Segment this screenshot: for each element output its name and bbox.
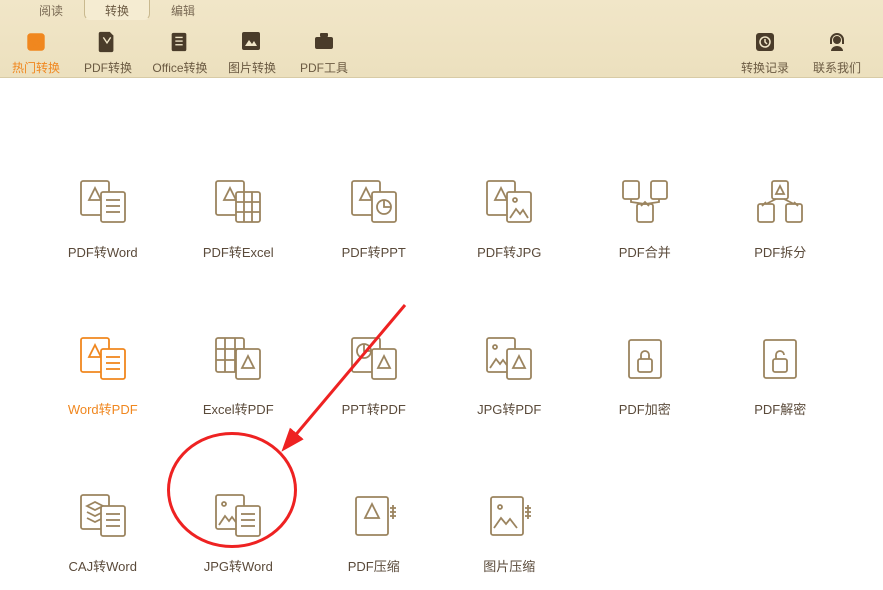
grid-doc-icon xyxy=(210,335,266,383)
cell-label: Excel转PDF xyxy=(203,399,274,418)
cell-label: Word转PDF xyxy=(68,399,138,418)
tool-label: PDF转换 xyxy=(72,59,144,76)
tab-read[interactable]: 阅读 xyxy=(18,0,84,20)
doc-chart-icon xyxy=(346,178,402,226)
tab-edit[interactable]: 编辑 xyxy=(150,0,216,20)
topbar: 阅读 转换 编辑 热门转换 PDF转换 Office转换 图片转换 xyxy=(0,0,883,78)
cell-label: JPG转PDF xyxy=(477,399,541,418)
doc-compress-icon xyxy=(346,492,402,540)
img-lines-icon xyxy=(210,492,266,540)
cell-pdf2excel[interactable]: PDF转Excel xyxy=(176,178,302,261)
cell-pdfsplit[interactable]: PDF拆分 xyxy=(718,178,844,261)
tool-contact[interactable]: 联系我们 xyxy=(801,31,873,76)
cell-pdfdecrypt[interactable]: PDF解密 xyxy=(718,335,844,418)
cell-jpg2pdf[interactable]: JPG转PDF xyxy=(447,335,573,418)
conversion-grid: PDF转Word PDF转Excel PDF转PPT PDF转JPG PDF合并 PDF拆… xyxy=(0,78,883,575)
tab-convert[interactable]: 转换 xyxy=(84,0,150,20)
cell-label: PDF转Word xyxy=(68,242,138,261)
layers-doc-icon xyxy=(75,492,131,540)
cell-label: PPT转PDF xyxy=(342,399,406,418)
tool-hot[interactable]: 热门转换 xyxy=(0,31,72,76)
toolbar: 热门转换 PDF转换 Office转换 图片转换 PDF工具 xyxy=(0,20,883,78)
cell-caj2word[interactable]: CAJ转Word xyxy=(40,492,166,575)
cell-pdf2word[interactable]: PDF转Word xyxy=(40,178,166,261)
doc-grid-icon xyxy=(210,178,266,226)
cell-label: JPG转Word xyxy=(204,556,273,575)
tool-label: 热门转换 xyxy=(0,59,72,76)
cell-label: PDF解密 xyxy=(754,399,806,418)
cell-label: PDF转JPG xyxy=(477,242,541,261)
cell-jpg2word[interactable]: JPG转Word xyxy=(176,492,302,575)
tool-label: 联系我们 xyxy=(801,59,873,76)
image-file-icon xyxy=(241,31,263,55)
office-file-icon xyxy=(169,31,191,55)
tool-label: 转换记录 xyxy=(729,59,801,76)
tool-label: PDF工具 xyxy=(288,59,360,76)
tabs: 阅读 转换 编辑 xyxy=(0,0,883,20)
tool-pdfconvert[interactable]: PDF转换 xyxy=(72,31,144,76)
unlock-icon xyxy=(752,335,808,383)
cell-label: PDF转PPT xyxy=(342,242,406,261)
tool-history[interactable]: 转换记录 xyxy=(729,31,801,76)
split-icon xyxy=(752,178,808,226)
doc-pair-icon xyxy=(75,178,131,226)
cell-pdfencrypt[interactable]: PDF加密 xyxy=(582,335,708,418)
img-doc-icon xyxy=(481,335,537,383)
doc-pair-icon xyxy=(75,335,131,383)
cell-label: PDF拆分 xyxy=(754,242,806,261)
cell-pdf2jpg[interactable]: PDF转JPG xyxy=(447,178,573,261)
cell-label: CAJ转Word xyxy=(69,556,137,575)
star-icon xyxy=(25,31,47,55)
cell-label: PDF转Excel xyxy=(203,242,274,261)
cell-label: PDF加密 xyxy=(619,399,671,418)
cell-imgcompress[interactable]: 图片压缩 xyxy=(447,492,573,575)
tool-officeconvert[interactable]: Office转换 xyxy=(144,31,216,76)
clock-icon xyxy=(754,31,776,55)
tool-label: 图片转换 xyxy=(216,59,288,76)
merge-icon xyxy=(617,178,673,226)
cell-label: 图片压缩 xyxy=(483,556,535,575)
cell-ppt2pdf[interactable]: PPT转PDF xyxy=(311,335,437,418)
cell-label: PDF合并 xyxy=(619,242,671,261)
lock-icon xyxy=(617,335,673,383)
chart-doc-icon xyxy=(346,335,402,383)
img-compress-icon xyxy=(481,492,537,540)
cell-excel2pdf[interactable]: Excel转PDF xyxy=(176,335,302,418)
doc-img-icon xyxy=(481,178,537,226)
cell-pdfmerge[interactable]: PDF合并 xyxy=(582,178,708,261)
cell-pdfcompress[interactable]: PDF压缩 xyxy=(311,492,437,575)
cell-pdf2ppt[interactable]: PDF转PPT xyxy=(311,178,437,261)
toolbox-icon xyxy=(313,31,335,55)
tool-imgconvert[interactable]: 图片转换 xyxy=(216,31,288,76)
cell-label: PDF压缩 xyxy=(348,556,400,575)
pdf-file-icon xyxy=(97,31,119,55)
tool-pdftools[interactable]: PDF工具 xyxy=(288,31,360,76)
headset-icon xyxy=(826,31,848,55)
tool-label: Office转换 xyxy=(144,59,216,76)
cell-word2pdf[interactable]: Word转PDF xyxy=(40,335,166,418)
toolbar-right: 转换记录 联系我们 xyxy=(729,31,883,76)
